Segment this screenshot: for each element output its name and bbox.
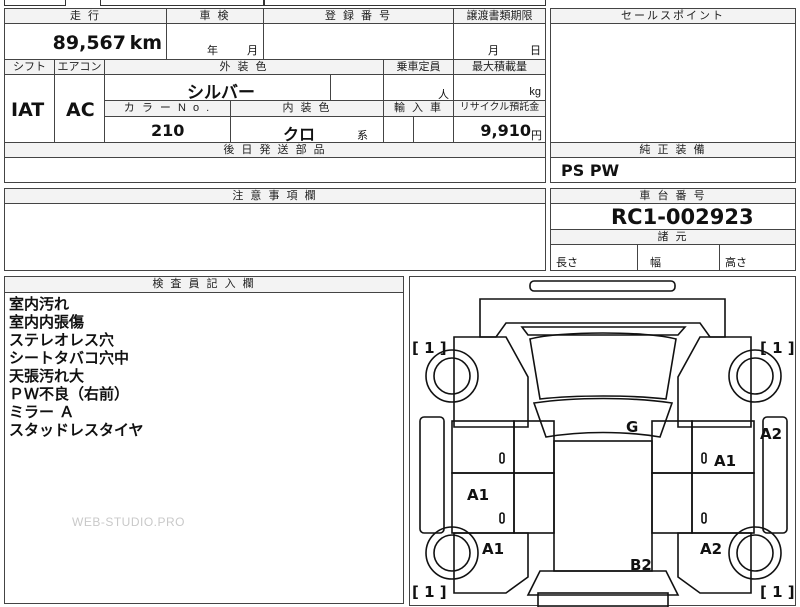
import-cell-2 (413, 116, 454, 143)
inspection-cell: 年 月 (166, 23, 264, 60)
inspector-note-line: ミラー Ａ (9, 403, 75, 421)
damage-code-a1-right: A1 (714, 452, 737, 470)
notes-cell (4, 203, 546, 271)
header-transfer-deadline: 譲渡書類期限 (453, 8, 546, 24)
dimension-length-cell: 長さ (550, 244, 638, 271)
transfer-deadline-cell: 月 日 (453, 23, 546, 60)
chassis-number-cell: RC1-002923 (550, 203, 796, 230)
exterior-color-cell: シルバー (104, 74, 331, 103)
interior-color-cell: クロ 系 (230, 116, 384, 144)
deadline-month-unit: 月 (488, 45, 499, 57)
header-sales-point: セールスポイント (550, 8, 796, 24)
inspector-note-line: シートタバコ穴中 (9, 349, 130, 367)
header-mileage: 走 行 (4, 8, 167, 24)
inspector-note-line: スタッドレスタイヤ (9, 421, 144, 439)
header-parts-later: 後 日 発 送 部 品 (4, 142, 546, 158)
damage-code-g: G (626, 418, 639, 436)
max-load-unit: kg (529, 86, 541, 98)
standard-equipment-cell: PS PW (550, 157, 796, 183)
shift-value: IAT (11, 99, 45, 121)
top-cropped-box-1 (4, 0, 66, 6)
import-cell-1 (383, 116, 414, 143)
car-diagram-svg (419, 280, 788, 607)
tire-mark-rear-left: [ 1 ] (412, 583, 447, 601)
header-standard-equipment: 純 正 装 備 (550, 142, 796, 158)
damage-code-a2-right-low: A2 (700, 540, 723, 558)
header-aircon: エアコン (54, 59, 105, 75)
interior-color-suffix: 系 (357, 130, 368, 142)
car-diagram-panel: [ 1 ] [ 1 ] [ 1 ] [ 1 ] G A2 A1 A1 A1 A2… (409, 276, 796, 607)
header-registration: 登 録 番 号 (263, 8, 454, 24)
exterior-color-extra-cell (330, 74, 384, 101)
aircon-value: AC (66, 99, 95, 121)
header-chassis-number: 車 台 番 号 (550, 188, 796, 204)
header-notes: 注 意 事 項 欄 (4, 188, 546, 204)
tire-mark-rear-right: [ 1 ] (760, 583, 795, 601)
header-import: 輸 入 車 (383, 100, 454, 117)
header-dimensions: 諸 元 (550, 229, 796, 245)
tire-mark-front-right: [ 1 ] (760, 339, 795, 357)
mileage-unit: km (129, 32, 162, 54)
header-exterior-color: 外 装 色 (104, 59, 384, 75)
parts-later-cell (4, 157, 546, 183)
damage-code-a1-left-mid: A1 (467, 486, 490, 504)
header-inspection: 車 検 (166, 8, 264, 24)
sales-point-cell (550, 23, 796, 143)
color-no-cell: 210 (104, 116, 231, 143)
inspector-note-line: 天張汚れ大 (9, 367, 85, 385)
seating-cell: 人 (383, 74, 454, 101)
header-recycle-fee: リサイクル預託金 (453, 100, 546, 117)
damage-code-a2-right: A2 (760, 425, 783, 443)
header-shift: シフト (4, 59, 55, 75)
top-cropped-box-2 (100, 0, 264, 6)
chassis-number-value: RC1-002923 (611, 205, 754, 229)
tire-mark-front-left: [ 1 ] (412, 339, 447, 357)
inspector-notes-cell: 室内汚れ 室内内張傷 ステレオレス穴 シートタバコ穴中 天張汚れ大 ＰＷ不良（右前） ミラー… (4, 292, 404, 604)
inspector-notes-list: 室内汚れ 室内内張傷 ステレオレス穴 シートタバコ穴中 天張汚れ大 ＰＷ不良（右前） ミラー… (9, 295, 144, 439)
aircon-cell: AC (54, 74, 105, 143)
mileage-value: 89,567 (52, 32, 126, 54)
header-seating: 乗車定員 (383, 59, 454, 75)
shift-cell: IAT (4, 74, 55, 143)
recycle-fee-unit: 円 (531, 130, 542, 142)
dimension-height-cell: 高さ (719, 244, 796, 271)
dimension-width-label: 幅 (650, 257, 661, 269)
header-max-load: 最大積載量 (453, 59, 546, 75)
recycle-fee-value: 9,910 (480, 121, 531, 140)
header-color-no: カ ラ ー N o . (104, 100, 231, 117)
inspection-year-unit: 年 (207, 45, 218, 57)
recycle-fee-cell: 9,910 円 (453, 116, 546, 143)
header-interior-color: 内 装 色 (230, 100, 384, 117)
damage-code-b2-rear: B2 (630, 556, 652, 574)
mileage-cell: 89,567 km (4, 23, 167, 60)
dimension-length-label: 長さ (556, 257, 578, 269)
watermark: WEB-STUDIO.PRO (72, 515, 186, 529)
standard-equipment-value: PS PW (561, 161, 620, 180)
dimension-height-label: 高さ (725, 257, 747, 269)
dimension-width-cell: 幅 (637, 244, 720, 271)
damage-code-a1-left-low: A1 (482, 540, 505, 558)
top-cropped-box-3 (264, 0, 546, 6)
deadline-day-unit: 日 (530, 45, 541, 57)
inspector-note-line: 室内汚れ (9, 295, 70, 313)
inspector-note-line: 室内内張傷 (9, 313, 85, 331)
inspection-month-unit: 月 (247, 45, 258, 57)
inspector-note-line: ステレオレス穴 (9, 331, 115, 349)
header-inspector-notes: 検 査 員 記 入 欄 (4, 276, 404, 293)
registration-cell (263, 23, 454, 60)
color-no-value: 210 (151, 121, 185, 140)
max-load-cell: kg (453, 74, 546, 101)
inspector-note-line: ＰＷ不良（右前） (9, 385, 130, 403)
